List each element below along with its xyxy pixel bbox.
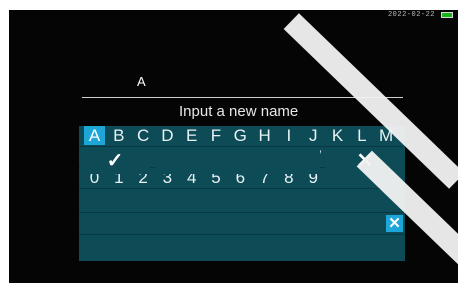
check-icon: ✓	[106, 150, 124, 172]
confirm-button[interactable]: ✓	[80, 149, 150, 174]
text-field-button[interactable]	[155, 149, 320, 174]
row-divider	[79, 212, 405, 213]
key-f[interactable]: F	[206, 126, 227, 145]
delete-key[interactable]: ✕	[386, 215, 403, 232]
on-screen-keyboard: ✕ ABCDEFGHIJKLMNOPQRSTUVWXYZ0123456789	[79, 126, 405, 261]
key-a[interactable]: A	[84, 126, 105, 145]
key-i[interactable]: I	[278, 126, 299, 145]
key-j[interactable]: J	[303, 126, 324, 145]
row-divider	[79, 188, 405, 189]
key-k[interactable]: K	[327, 126, 348, 145]
row-divider	[79, 234, 405, 235]
input-prompt: Input a new name	[179, 103, 299, 120]
status-datetime: 2022-02-22	[387, 11, 435, 19]
key-c[interactable]: C	[133, 126, 154, 145]
device-screen: 2022-02-22 A Input a new name ✕ ABCDEFGH…	[9, 10, 458, 283]
key-e[interactable]: E	[181, 126, 202, 145]
key-h[interactable]: H	[254, 126, 275, 145]
name-input-value[interactable]: A	[137, 74, 146, 89]
key-g[interactable]: G	[230, 126, 251, 145]
battery-icon	[441, 12, 453, 18]
key-b[interactable]: B	[108, 126, 129, 145]
key-l[interactable]: L	[351, 126, 372, 145]
key-d[interactable]: D	[157, 126, 178, 145]
